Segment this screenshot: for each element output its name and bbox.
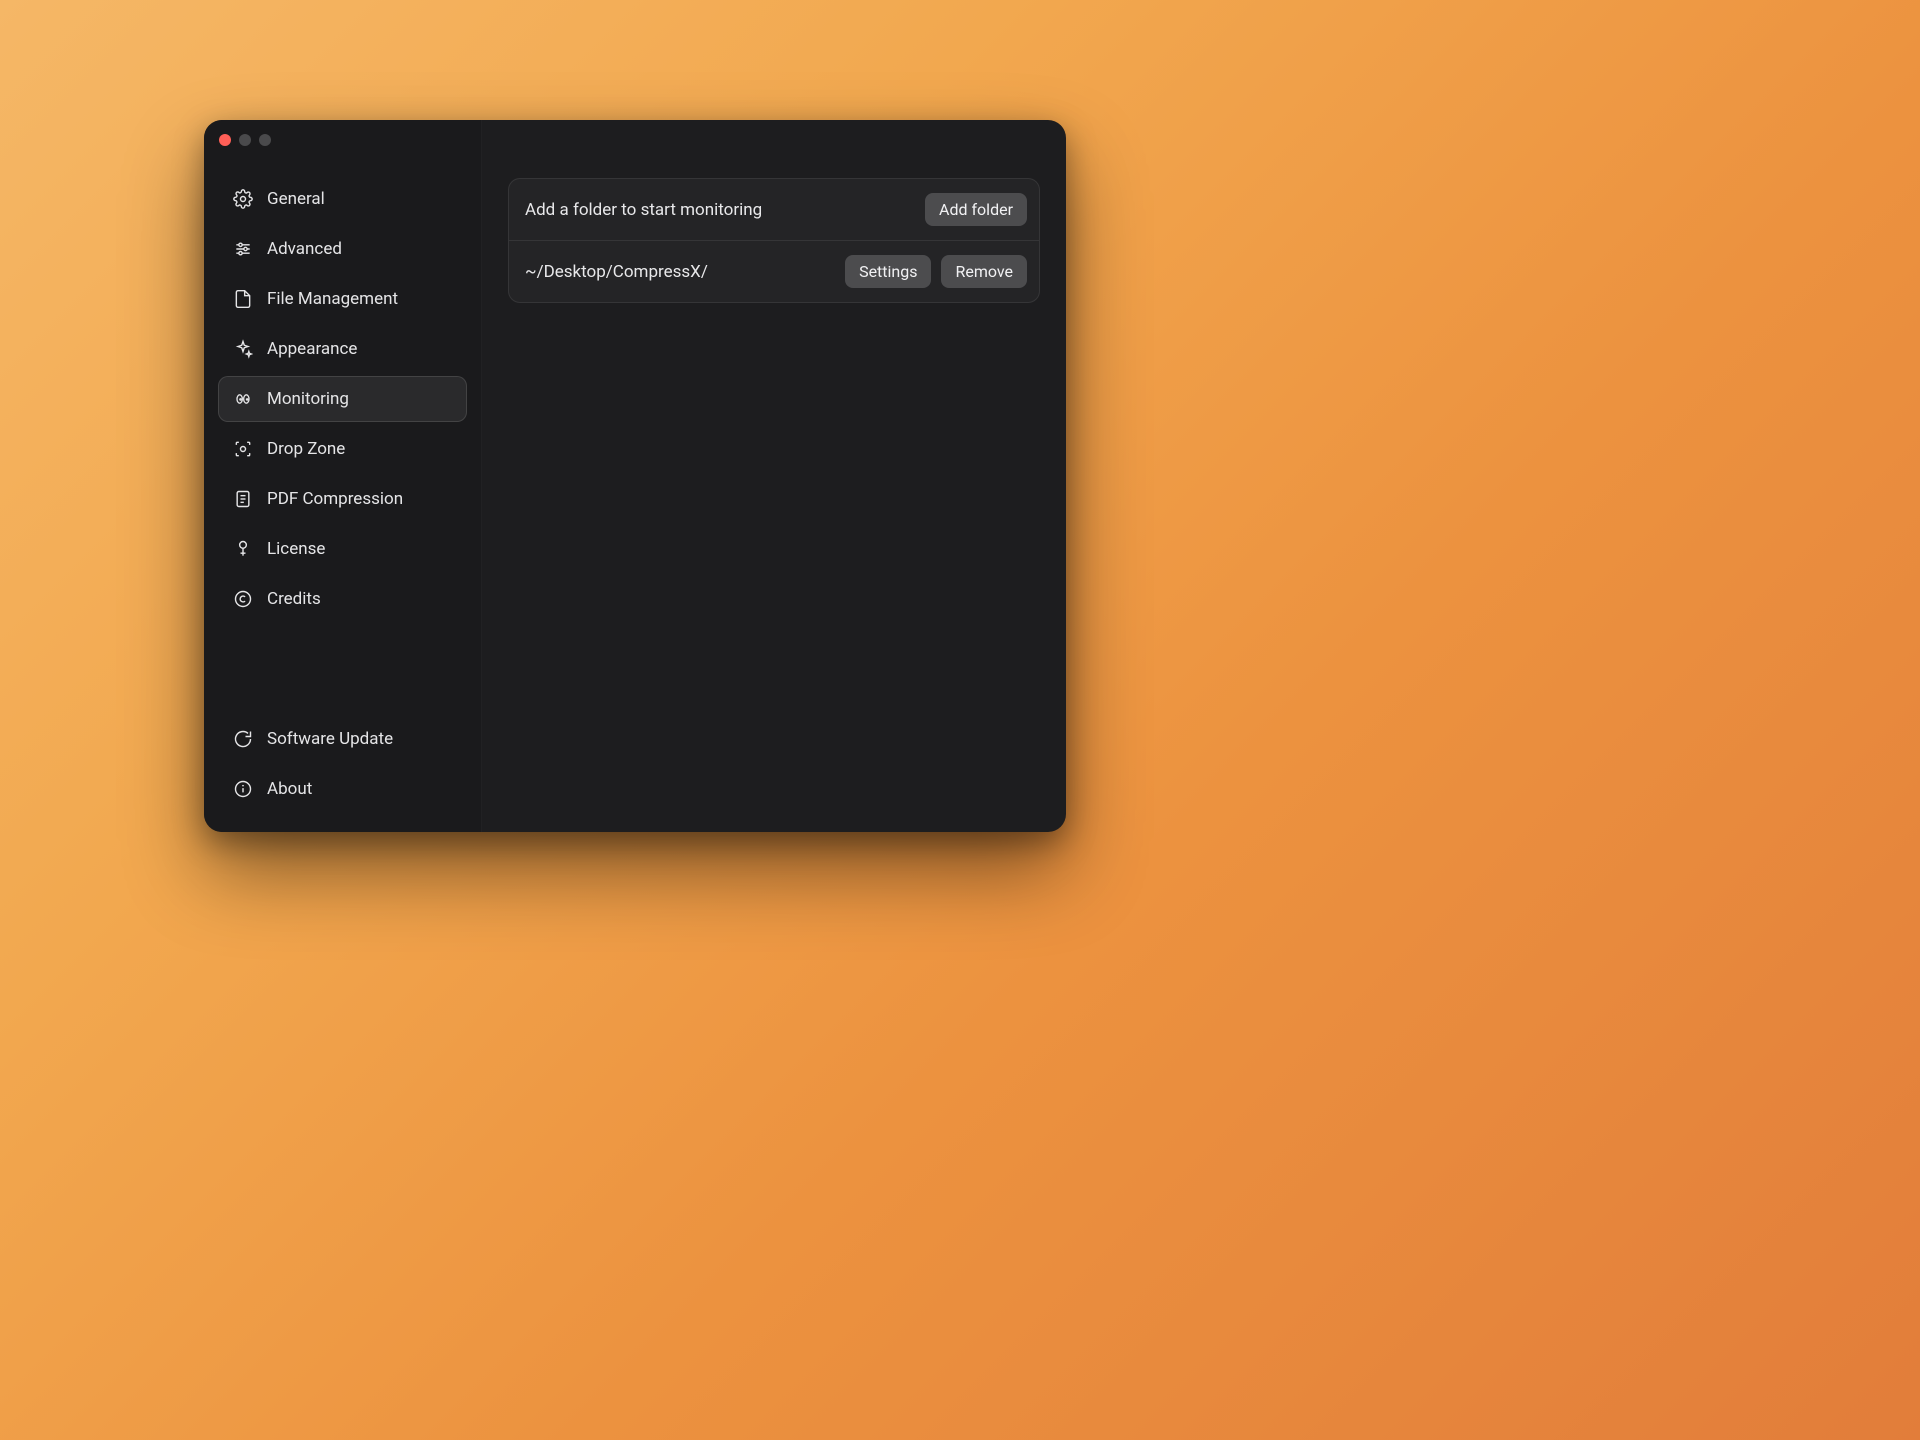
sidebar-item-file-management[interactable]: File Management	[218, 276, 467, 322]
row-actions: Add folder	[925, 193, 1027, 226]
sidebar-item-label: General	[267, 189, 325, 209]
sidebar-item-label: PDF Compression	[267, 489, 403, 509]
sidebar-item-appearance[interactable]: Appearance	[218, 326, 467, 372]
folder-settings-button[interactable]: Settings	[845, 255, 931, 288]
sidebar-item-drop-zone[interactable]: Drop Zone	[218, 426, 467, 472]
window-close-button[interactable]	[219, 134, 231, 146]
monitoring-prompt-row: Add a folder to start monitoring Add fol…	[509, 179, 1039, 240]
file-icon	[233, 289, 253, 309]
pdf-icon	[233, 489, 253, 509]
sidebar-item-label: Software Update	[267, 729, 393, 749]
sidebar: General Advanced File Management Appeara…	[204, 120, 482, 832]
sidebar-item-credits[interactable]: Credits	[218, 576, 467, 622]
copyright-icon	[233, 589, 253, 609]
monitoring-folder-path: ~/Desktop/CompressX/	[525, 262, 708, 282]
sidebar-top-group: General Advanced File Management Appeara…	[218, 176, 467, 622]
sidebar-item-label: Advanced	[267, 239, 342, 259]
info-icon	[233, 779, 253, 799]
sidebar-item-software-update[interactable]: Software Update	[218, 716, 467, 762]
row-actions: Settings Remove	[845, 255, 1027, 288]
window-zoom-button[interactable]	[259, 134, 271, 146]
sliders-icon	[233, 239, 253, 259]
sidebar-item-general[interactable]: General	[218, 176, 467, 222]
sidebar-item-pdf-compression[interactable]: PDF Compression	[218, 476, 467, 522]
sidebar-item-monitoring[interactable]: Monitoring	[218, 376, 467, 422]
sidebar-item-license[interactable]: License	[218, 526, 467, 572]
refresh-icon	[233, 729, 253, 749]
eyes-icon	[233, 389, 253, 409]
sidebar-item-label: Drop Zone	[267, 439, 345, 459]
sidebar-item-about[interactable]: About	[218, 766, 467, 812]
window-minimize-button[interactable]	[239, 134, 251, 146]
monitoring-panel: Add a folder to start monitoring Add fol…	[508, 178, 1040, 303]
monitoring-folder-row: ~/Desktop/CompressX/ Settings Remove	[509, 240, 1039, 302]
sidebar-item-advanced[interactable]: Advanced	[218, 226, 467, 272]
sidebar-item-label: Monitoring	[267, 389, 349, 409]
gear-icon	[233, 189, 253, 209]
key-icon	[233, 539, 253, 559]
target-icon	[233, 439, 253, 459]
sidebar-bottom-group: Software Update About	[218, 676, 467, 812]
sidebar-item-label: Appearance	[267, 339, 357, 359]
sidebar-item-label: File Management	[267, 289, 398, 309]
main-content: Add a folder to start monitoring Add fol…	[482, 120, 1066, 832]
folder-remove-button[interactable]: Remove	[941, 255, 1027, 288]
sidebar-item-label: About	[267, 779, 312, 799]
window-traffic-lights	[219, 134, 271, 146]
add-folder-button[interactable]: Add folder	[925, 193, 1027, 226]
preferences-window: General Advanced File Management Appeara…	[204, 120, 1066, 832]
sparkle-icon	[233, 339, 253, 359]
monitoring-prompt-label: Add a folder to start monitoring	[525, 200, 762, 220]
sidebar-item-label: Credits	[267, 589, 321, 609]
sidebar-item-label: License	[267, 539, 325, 559]
